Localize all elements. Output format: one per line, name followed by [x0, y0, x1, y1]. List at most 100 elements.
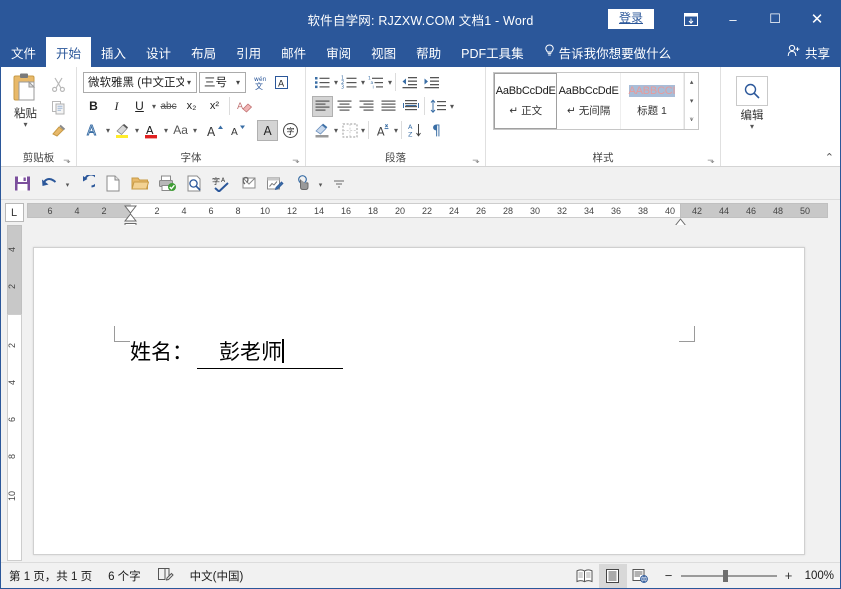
multilevel-caret-icon[interactable]: ▾ — [388, 78, 392, 86]
align-right-icon[interactable] — [356, 96, 377, 117]
email-attachment-button[interactable] — [235, 170, 261, 196]
undo-button[interactable] — [36, 170, 62, 196]
style-item-normal[interactable]: AaBbCcDdE ↵ 正文 — [494, 73, 558, 129]
shading-caret-icon[interactable]: ▾ — [334, 126, 338, 134]
enclose-character-icon[interactable]: 字 — [280, 120, 301, 141]
zoom-in-button[interactable]: + — [783, 568, 795, 583]
paste-caret-icon[interactable]: ▾ — [23, 121, 27, 129]
maximize-button[interactable]: ☐ — [754, 1, 796, 37]
read-mode-button[interactable] — [571, 564, 599, 588]
align-center-icon[interactable] — [334, 96, 355, 117]
editing-caret-icon[interactable]: ▾ — [750, 123, 754, 131]
proofing-errors-icon[interactable] — [157, 567, 174, 584]
language-label[interactable]: 中文(中国) — [190, 568, 244, 584]
line-spacing-icon[interactable] — [428, 96, 449, 117]
grow-font-button[interactable]: A — [205, 120, 226, 141]
character-border-icon[interactable]: A — [271, 72, 292, 93]
touch-mode-button[interactable] — [289, 170, 315, 196]
open-folder-button[interactable] — [127, 170, 153, 196]
multilevel-list-icon[interactable]: 1 a i — [366, 72, 387, 93]
text-effects-caret-icon[interactable]: ▾ — [106, 126, 110, 134]
print-preview-button[interactable] — [181, 170, 207, 196]
text-effects-icon[interactable]: A — [83, 120, 104, 141]
sort-icon[interactable]: A Z — [405, 120, 426, 141]
shading-icon[interactable] — [312, 120, 333, 141]
style-item-no-spacing[interactable]: AaBbCcDdE ↵ 无间隔 — [557, 73, 621, 129]
word-count-label[interactable]: 6 个字 — [108, 568, 141, 584]
quick-print-button[interactable] — [154, 170, 180, 196]
new-document-button[interactable] — [100, 170, 126, 196]
increase-indent-icon[interactable] — [421, 72, 442, 93]
tab-stop-selector[interactable]: L — [1, 200, 27, 225]
font-dialog-launcher[interactable]: ⬎ — [291, 155, 301, 165]
styles-more-icon[interactable]: ⩛ — [685, 110, 698, 129]
tab-home[interactable]: 开始 — [46, 37, 92, 67]
numbering-caret-icon[interactable]: ▾ — [361, 78, 365, 86]
font-name-combo[interactable]: 微软雅黑 (中文正文) ▾ — [83, 71, 197, 93]
clear-formatting-icon[interactable]: A — [234, 96, 255, 117]
bullet-list-icon[interactable] — [312, 72, 333, 93]
bullets-caret-icon[interactable]: ▾ — [334, 78, 338, 86]
distribute-text-icon[interactable] — [400, 96, 421, 117]
chevron-down-icon[interactable]: ▾ — [233, 78, 243, 87]
styles-scroll-down-icon[interactable]: ▾ — [685, 92, 698, 111]
tab-view[interactable]: 视图 — [361, 37, 406, 67]
tab-layout[interactable]: 布局 — [181, 37, 226, 67]
style-item-heading1[interactable]: AABBCCI 标题 1 — [621, 73, 685, 129]
underline-caret-icon[interactable]: ▾ — [152, 102, 156, 110]
justify-icon[interactable] — [378, 96, 399, 117]
zoom-slider-thumb[interactable] — [722, 569, 728, 582]
save-button[interactable] — [9, 170, 35, 196]
line-spacing-caret-icon[interactable]: ▾ — [450, 102, 454, 110]
ruler-track[interactable]: 6 4 2 2 4 6 8 10 12 14 16 18 20 22 24 26… — [27, 200, 840, 230]
paragraph-dialog-launcher[interactable]: ⬎ — [471, 155, 481, 165]
font-size-combo[interactable]: 三号 ▾ — [199, 71, 246, 93]
borders-icon[interactable] — [339, 120, 360, 141]
tab-insert[interactable]: 插入 — [91, 37, 136, 67]
document-text-line[interactable]: 姓名： 彭老师 — [130, 336, 343, 369]
tab-file[interactable]: 文件 — [1, 37, 47, 67]
collapse-ribbon-button[interactable]: ⌃ — [825, 151, 834, 164]
share-button[interactable]: 共享 — [775, 37, 840, 67]
change-case-button[interactable]: Aa — [170, 120, 191, 141]
zoom-level-label[interactable]: 100% — [805, 570, 834, 582]
print-layout-button[interactable] — [598, 563, 627, 588]
editing-find-button[interactable]: 编辑 ▾ — [736, 70, 768, 150]
asian-layout-caret-icon[interactable]: ▾ — [394, 126, 398, 134]
chevron-down-icon[interactable]: ▾ — [184, 78, 194, 87]
show-formatting-marks-icon[interactable]: ¶ — [427, 120, 448, 141]
ribbon-display-options-icon[interactable] — [670, 1, 712, 37]
tab-mailings[interactable]: 邮件 — [271, 37, 316, 67]
web-layout-button[interactable] — [627, 564, 655, 588]
strikethrough-button[interactable]: abc — [158, 96, 179, 117]
tab-pdf-tools[interactable]: PDF工具集 — [451, 37, 534, 67]
styles-dialog-launcher[interactable]: ⬎ — [706, 155, 716, 165]
tab-help[interactable]: 帮助 — [406, 37, 451, 67]
phonetic-guide-icon[interactable]: wén 文 — [248, 72, 269, 93]
highlight-color-icon[interactable] — [112, 120, 133, 141]
numbered-list-icon[interactable]: 1 2 3 — [339, 72, 360, 93]
undo-caret-icon[interactable]: ▾ — [63, 170, 72, 196]
cut-button[interactable] — [48, 74, 70, 95]
highlight-caret-icon[interactable]: ▾ — [135, 126, 139, 134]
tab-review[interactable]: 审阅 — [316, 37, 361, 67]
bold-button[interactable]: B — [83, 96, 104, 117]
styles-gallery-scrollbar[interactable]: ▴ ▾ ⩛ — [684, 73, 698, 129]
page-count-label[interactable]: 第 1 页，共 1 页 — [9, 568, 92, 584]
character-shading-icon[interactable]: A — [257, 119, 279, 141]
touch-mode-caret-icon[interactable]: ▾ — [316, 170, 325, 196]
format-painter-button[interactable] — [48, 120, 70, 141]
italic-button[interactable]: I — [106, 96, 127, 117]
minimize-button[interactable]: – — [712, 1, 754, 37]
customize-toolbar-button[interactable] — [326, 170, 352, 196]
styles-scroll-up-icon[interactable]: ▴ — [685, 73, 698, 92]
asian-layout-icon[interactable]: A — [372, 120, 393, 141]
underline-button[interactable]: U — [129, 96, 150, 117]
close-button[interactable]: ✕ — [796, 1, 838, 37]
tab-references[interactable]: 引用 — [226, 37, 271, 67]
borders-caret-icon[interactable]: ▾ — [361, 126, 365, 134]
tell-me-box[interactable]: 告诉我你想要做什么 — [534, 37, 682, 67]
align-left-icon[interactable] — [312, 95, 333, 117]
edit-document-button[interactable] — [262, 170, 288, 196]
spelling-grammar-button[interactable]: 字 A — [208, 170, 234, 196]
